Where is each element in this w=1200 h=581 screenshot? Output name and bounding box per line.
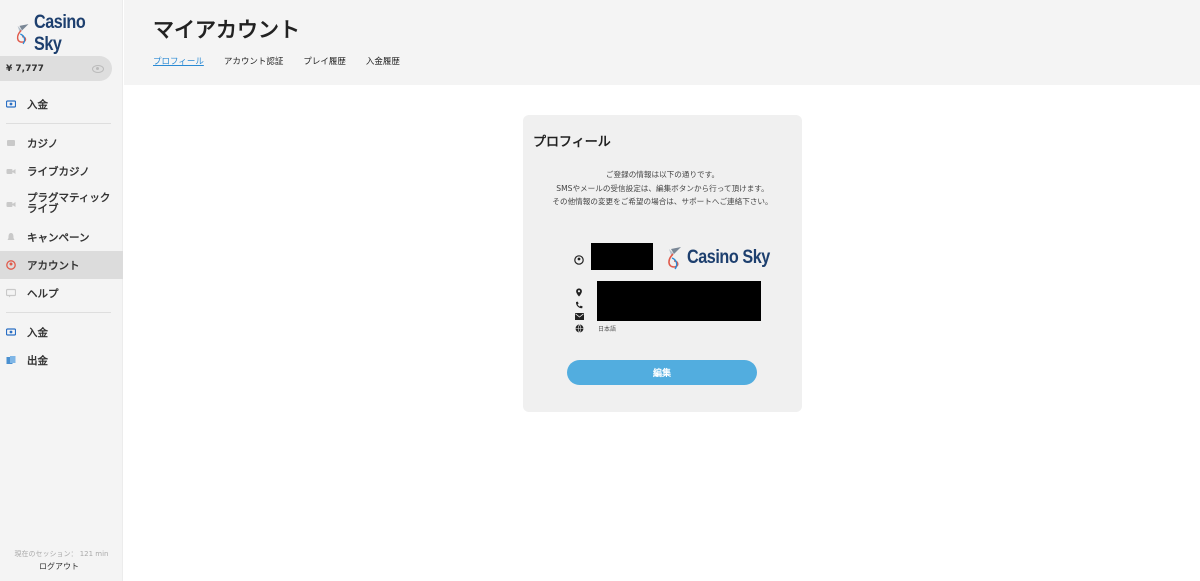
campaign-icon <box>7 233 15 240</box>
logo-mark-icon <box>668 247 681 270</box>
phone-icon <box>575 301 583 309</box>
redacted-username <box>591 243 653 270</box>
sidebar-item-casino[interactable]: カジノ <box>0 129 123 157</box>
profile-card: プロフィール ご登録の情報は以下の通りです。 SMSやメールの受信設定は、編集ボ… <box>523 115 802 412</box>
tab-profile[interactable]: プロフィール <box>153 55 204 67</box>
profile-title: プロフィール <box>533 135 611 150</box>
sidebar-item-label: 入金 <box>27 326 48 339</box>
description-line: ご登録の情報は以下の通りです。 <box>605 170 720 179</box>
sidebar-item-label: 出金 <box>27 354 48 367</box>
sidebar-item-pragmatic-live[interactable]: プラグマティック ライブ <box>0 185 123 223</box>
description-line: その他情報の変更をご希望の場合は、サポートへご連絡下さい。 <box>552 197 773 206</box>
account-tabs: プロフィール アカウント認証 プレイ履歴 入金履歴 <box>153 55 420 67</box>
profile-description: ご登録の情報は以下の通りです。 SMSやメールの受信設定は、編集ボタンから行って… <box>523 168 802 209</box>
eye-icon[interactable] <box>92 64 104 73</box>
withdraw-icon <box>6 356 16 364</box>
page-title: マイアカウント <box>153 18 300 42</box>
balance-display: ¥ 7,777 <box>0 56 112 81</box>
sidebar-item-label: 入金 <box>27 98 48 111</box>
sidebar-item-deposit-top[interactable]: 入金 <box>0 90 123 118</box>
sidebar-nav-top: 入金 カジノ ライブカジノ プラグマティック ライブ キャンペーン アカウント … <box>0 90 123 374</box>
brand-logo: Casino Sky <box>665 245 784 271</box>
sidebar-item-help[interactable]: ヘルプ <box>0 279 123 307</box>
divider <box>6 312 111 313</box>
mail-icon <box>575 313 584 320</box>
sidebar-item-account[interactable]: アカウント <box>0 251 123 279</box>
description-line: SMSやメールの受信設定は、編集ボタンから行って頂けます。 <box>556 183 769 193</box>
sidebar-item-label: アカウント <box>27 259 80 272</box>
sidebar-item-withdraw[interactable]: 出金 <box>0 346 123 374</box>
sidebar-item-deposit[interactable]: 入金 <box>0 318 123 346</box>
sidebar-item-label: プラグマティック ライブ <box>27 192 111 215</box>
sidebar-item-label: カジノ <box>27 137 59 150</box>
logout-link[interactable]: ログアウト <box>0 561 118 572</box>
redacted-contact-info <box>597 281 761 321</box>
balance-value: ¥ 7,777 <box>6 63 44 74</box>
sidebar-item-campaign[interactable]: キャンペーン <box>0 223 123 251</box>
deposit-icon <box>6 100 16 108</box>
account-icon <box>6 260 16 270</box>
brand-logo-text: Casino Sky <box>687 247 770 268</box>
live-casino-icon <box>6 169 16 174</box>
location-icon <box>576 288 582 297</box>
sidebar-item-label: キャンペーン <box>27 231 90 244</box>
tab-account-verification[interactable]: アカウント認証 <box>224 55 284 67</box>
logo-text: Casino Sky <box>34 12 86 55</box>
casino-sky-logo[interactable]: Casino Sky <box>14 12 122 56</box>
deposit-icon <box>6 328 16 336</box>
tab-deposit-history[interactable]: 入金履歴 <box>366 55 400 67</box>
sidebar-item-label: ヘルプ <box>27 287 59 300</box>
user-icon <box>574 255 584 265</box>
edit-button[interactable]: 編集 <box>567 360 757 385</box>
globe-icon <box>575 324 584 333</box>
casino-icon <box>7 140 15 146</box>
help-icon <box>6 288 16 298</box>
language-value: 日本語 <box>598 326 617 333</box>
divider <box>6 123 111 124</box>
tab-play-history[interactable]: プレイ履歴 <box>303 55 346 67</box>
logo-mark-icon <box>16 24 29 45</box>
sidebar: Casino Sky ¥ 7,777 入金 カジノ ライブカジノ プラグマティッ… <box>0 0 123 581</box>
sidebar-item-live-casino[interactable]: ライブカジノ <box>0 157 123 185</box>
page-header: マイアカウント プロフィール アカウント認証 プレイ履歴 入金履歴 <box>124 0 1200 85</box>
session-time: 現在のセッション： 121 min <box>14 550 109 558</box>
sidebar-item-label: ライブカジノ <box>27 165 90 178</box>
pragmatic-icon <box>6 202 16 207</box>
